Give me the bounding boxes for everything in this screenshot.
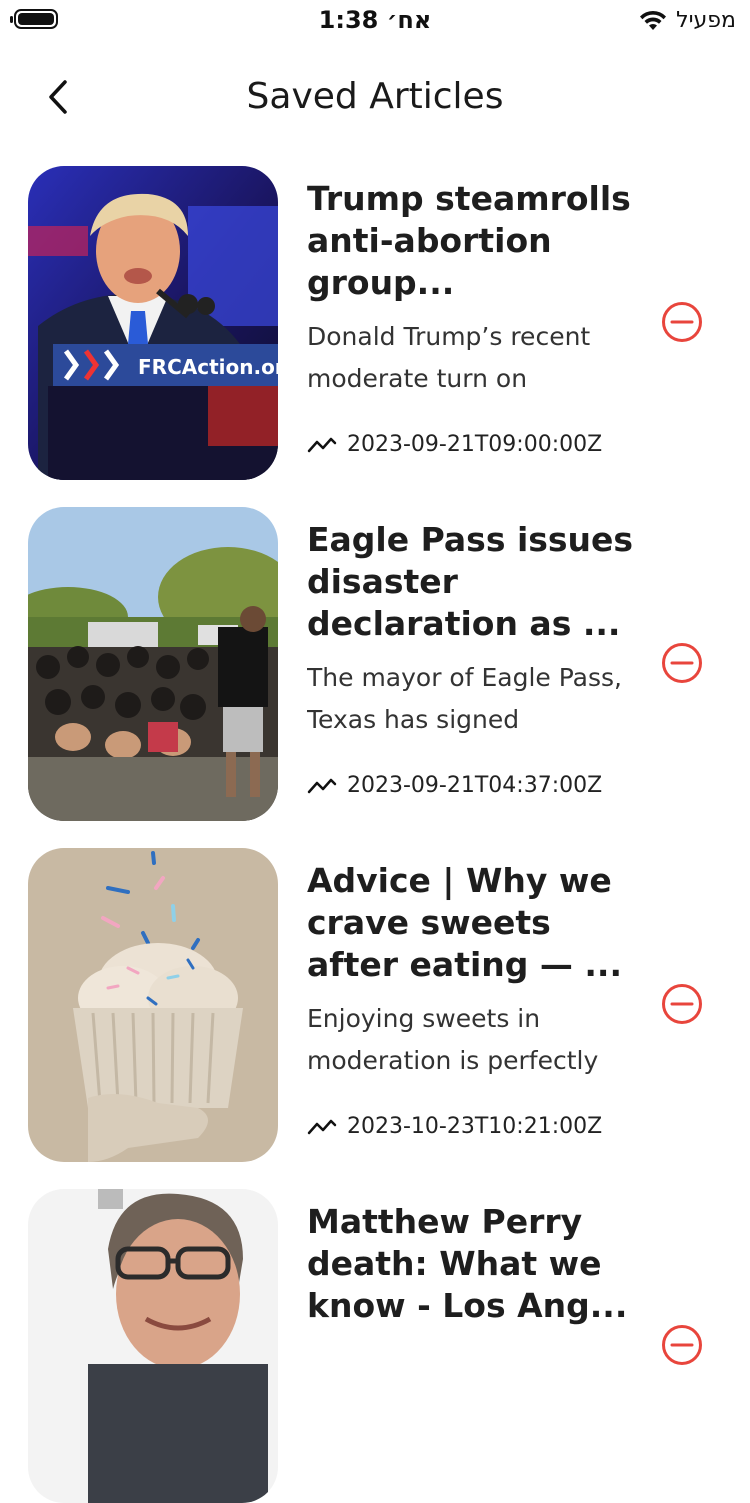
minus-circle-icon — [662, 984, 702, 1024]
wifi-icon — [640, 10, 667, 30]
trending-icon — [307, 437, 337, 452]
article-thumbnail[interactable]: FRCAction.org — [28, 166, 278, 480]
article-description: Enjoying sweets in moderation is perfect… — [307, 1004, 599, 1075]
remove-button[interactable] — [661, 301, 703, 343]
carrier-label: מפעיל — [676, 8, 736, 33]
trending-icon — [307, 1119, 337, 1134]
article-thumbnail[interactable] — [28, 1189, 278, 1503]
remove-button[interactable] — [661, 642, 703, 684]
minus-circle-icon — [662, 302, 702, 342]
header: Saved Articles — [0, 60, 750, 134]
article-meta: 2023-09-21T09:00:00Z — [307, 432, 602, 457]
article-card[interactable]: Advice | Why we crave sweets after eatin… — [0, 848, 750, 1162]
article-thumbnail[interactable] — [28, 848, 278, 1162]
trending-icon — [307, 778, 337, 793]
article-title[interactable]: Advice | Why we crave sweets after eatin… — [307, 860, 642, 986]
article-meta: 2023-10-23T10:21:00Z — [307, 1114, 602, 1139]
svg-text:FRCAction.org: FRCAction.org — [138, 355, 278, 379]
status-carrier: מפעיל — [638, 8, 736, 33]
article-card[interactable]: Eagle Pass issues disaster declaration a… — [0, 507, 750, 821]
article-date: 2023-09-21T09:00:00Z — [347, 432, 603, 457]
remove-button[interactable] — [661, 983, 703, 1025]
article-title[interactable]: Eagle Pass issues disaster declaration a… — [307, 519, 642, 645]
page-title: Saved Articles — [246, 76, 504, 117]
status-bar: 1:38 אח׳ מפעיל — [0, 0, 750, 44]
minus-circle-icon — [662, 643, 702, 683]
article-date: 2023-09-21T04:37:00Z — [347, 773, 603, 798]
remove-button[interactable] — [661, 1324, 703, 1366]
article-card[interactable]: FRCAction.org Trump steamrolls anti-abor… — [0, 166, 750, 480]
article-card[interactable]: Matthew Perry death: What we know - Los … — [0, 1189, 750, 1503]
article-title[interactable]: Trump steamrolls anti-abortion group... — [307, 178, 642, 304]
article-meta: 2023-09-21T04:37:00Z — [307, 773, 602, 798]
article-thumbnail[interactable] — [28, 507, 278, 821]
article-date: 2023-10-23T10:21:00Z — [347, 1114, 603, 1139]
article-description: The mayor of Eagle Pass, Texas has signe… — [307, 663, 623, 734]
article-description: Donald Trump’s recent moderate turn on — [307, 322, 591, 393]
article-title[interactable]: Matthew Perry death: What we know - Los … — [307, 1201, 642, 1327]
minus-circle-icon — [662, 1325, 702, 1365]
